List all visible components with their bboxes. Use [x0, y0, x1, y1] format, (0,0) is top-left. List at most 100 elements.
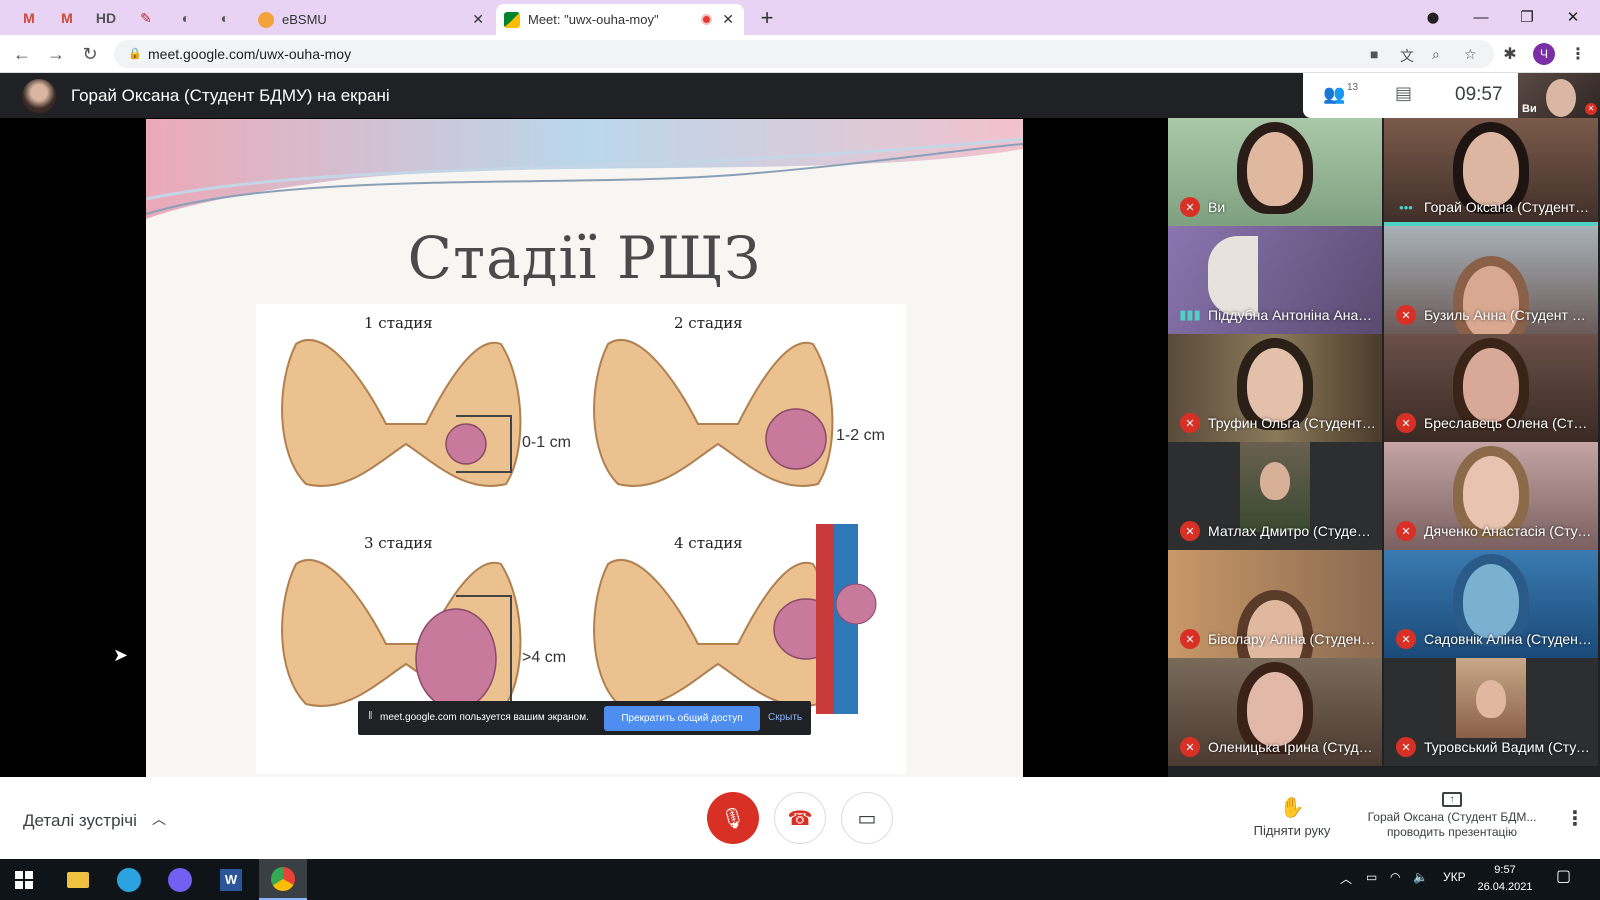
stage-1-label: 1 стадия: [364, 314, 433, 332]
language-indicator[interactable]: УКР: [1443, 870, 1466, 884]
participant-tile[interactable]: ✕ Бреславець Олена (Студе...: [1384, 334, 1598, 442]
taskbar-clock[interactable]: 9:57 26.04.2021: [1477, 862, 1533, 896]
participant-name: Бузиль Анна (Студент БД...: [1424, 307, 1592, 323]
gmail-pinned-tab-2[interactable]: M: [52, 6, 82, 30]
battery-icon[interactable]: ▭: [1366, 870, 1377, 884]
maximize-button[interactable]: ❐: [1504, 4, 1550, 30]
self-preview-tile[interactable]: Ви ✕: [1518, 73, 1600, 118]
participant-tile[interactable]: ✕ Туровський Вадим (Студ...: [1384, 658, 1598, 766]
hide-button[interactable]: Скрыть: [768, 712, 802, 723]
raise-hand-button[interactable]: ✋ Підняти руку: [1238, 795, 1346, 838]
participant-tile[interactable]: ••• Горай Оксана (Студент Б...: [1384, 118, 1598, 226]
mic-off-icon: ✕: [1396, 521, 1416, 541]
shared-slide: Стадії РЩЗ 1 стадия 2 стадия 3 стадия 4 …: [146, 119, 1023, 777]
globe-pinned-tab[interactable]: ◐: [171, 6, 201, 30]
face: [1208, 236, 1258, 316]
forward-button[interactable]: →: [44, 43, 68, 65]
leave-call-button[interactable]: ☎: [774, 792, 826, 844]
tab-meet[interactable]: Meet: "uwx-ouha-moy" ✕: [496, 4, 744, 35]
more-options-icon[interactable]: ⋮: [1565, 806, 1585, 831]
camera-toggle-button[interactable]: ▭: [841, 792, 893, 844]
clock-time: 9:57: [1494, 864, 1516, 876]
face: [1463, 564, 1519, 638]
participant-tile[interactable]: ✕ Ви: [1168, 118, 1382, 226]
pen-pinned-tab[interactable]: ✎: [131, 6, 161, 30]
self-face: [1546, 79, 1576, 117]
menu-icon[interactable]: ⋮: [1567, 43, 1589, 65]
speaking-dots-icon: •••: [1399, 199, 1413, 215]
chevron-up-icon[interactable]: ︿: [152, 809, 166, 829]
face: [1247, 348, 1303, 422]
hang-up-icon: ☎: [787, 807, 813, 830]
mic-toggle-button[interactable]: 🎙: [707, 792, 759, 844]
tab-search-icon[interactable]: ⬤: [1410, 4, 1456, 30]
mic-off-icon: ✕: [1396, 413, 1416, 433]
back-button[interactable]: ←: [10, 43, 34, 65]
close-window-button[interactable]: ✕: [1550, 4, 1596, 30]
participant-tile[interactable]: ✕ Бузиль Анна (Студент БД...: [1384, 226, 1598, 334]
participant-tile[interactable]: ✕ Біволару Аліна (Студент ...: [1168, 550, 1382, 658]
presenting-button[interactable]: ↑ Горай Оксана (Студент БДМ... проводить…: [1352, 791, 1552, 840]
profile-avatar[interactable]: Ч: [1533, 43, 1555, 65]
address-bar-row: ← → ↻ 🔒 meet.google.com/uwx-ouha-moy ■ 文…: [0, 35, 1600, 73]
participant-count: 13: [1347, 82, 1359, 93]
extensions-icon[interactable]: ✱: [1499, 43, 1521, 65]
reload-button[interactable]: ↻: [78, 43, 102, 65]
participant-tile[interactable]: ▮▮▮ Піддубна Антоніна Анато...: [1168, 226, 1382, 334]
mic-off-icon: ✕: [1396, 737, 1416, 757]
recording-indicator-icon: [701, 14, 712, 25]
meeting-details-button[interactable]: Деталі зустрічі: [23, 811, 137, 831]
present-screen-icon: ↑: [1442, 792, 1462, 807]
hd-pinned-tab[interactable]: HD: [91, 6, 121, 30]
participant-tile[interactable]: ✕ Труфин Ольга (Студент Б...: [1168, 334, 1382, 442]
translate-icon[interactable]: 文: [1400, 46, 1414, 66]
participant-tile[interactable]: ✕ Матлах Дмитро (Студент ...: [1168, 442, 1382, 550]
mic-off-icon: ✕: [1180, 413, 1200, 433]
participant-name: Біволару Аліна (Студент ...: [1208, 631, 1376, 647]
gmail-pinned-tab[interactable]: M: [14, 6, 44, 30]
face: [1463, 456, 1519, 530]
face: [1476, 680, 1506, 718]
stage-2-label: 2 стадия: [674, 314, 743, 332]
zoom-icon[interactable]: ⌕: [1432, 46, 1440, 63]
start-button[interactable]: [0, 859, 48, 900]
new-tab-button[interactable]: +: [752, 5, 782, 30]
close-tab-icon[interactable]: ✕: [722, 11, 734, 28]
minimize-button[interactable]: —: [1458, 4, 1504, 30]
viber-icon[interactable]: [156, 859, 204, 900]
participant-name: Піддубна Антоніна Анато...: [1208, 307, 1376, 323]
camera-icon[interactable]: ■: [1370, 46, 1378, 62]
chrome-icon[interactable]: [259, 859, 307, 900]
telegram-icon[interactable]: [105, 859, 153, 900]
participant-name: Садовнік Аліна (Студент ...: [1424, 631, 1592, 647]
face: [1463, 132, 1519, 206]
show-hidden-icons[interactable]: ︿: [1340, 870, 1352, 887]
presenting-line1: Горай Оксана (Студент БДМ...: [1367, 810, 1537, 824]
size-label-1-2cm: 1-2 cm: [836, 427, 885, 444]
participant-tile[interactable]: ✕ Дяченко Анастасія (Студ...: [1384, 442, 1598, 550]
tab-ebsmu[interactable]: eBSMU ✕: [250, 4, 494, 35]
mic-off-icon: 🎙: [720, 807, 746, 830]
word-icon[interactable]: W: [207, 859, 255, 900]
bookmark-star-icon[interactable]: ☆: [1464, 46, 1477, 63]
participant-tile[interactable]: ✕ Оленицька Ірина (Студен...: [1168, 658, 1382, 766]
people-icon[interactable]: 👥: [1323, 84, 1345, 105]
slide-wave-decoration: [146, 119, 1023, 219]
wifi-icon[interactable]: ◠: [1390, 870, 1400, 884]
volume-icon[interactable]: 🔈: [1413, 870, 1428, 884]
participant-tile[interactable]: ✕ Садовнік Аліна (Студент ...: [1384, 550, 1598, 658]
mic-off-icon: ✕: [1396, 305, 1416, 325]
globe-pinned-tab-2[interactable]: ◐: [210, 6, 240, 30]
file-explorer-icon[interactable]: [54, 859, 102, 900]
presenting-line2: проводить презентацію: [1386, 825, 1518, 839]
raise-hand-label: Підняти руку: [1253, 823, 1331, 838]
tab-title: eBSMU: [282, 12, 327, 27]
chat-icon[interactable]: ▤: [1395, 83, 1412, 104]
omnibox[interactable]: 🔒 meet.google.com/uwx-ouha-moy ■ 文 ⌕ ☆: [114, 40, 1494, 68]
meeting-time: 09:57: [1455, 84, 1503, 105]
participant-name: Труфин Ольга (Студент Б...: [1208, 415, 1376, 431]
stop-sharing-button[interactable]: Прекратить общий доступ: [604, 706, 760, 731]
close-tab-icon[interactable]: ✕: [472, 11, 484, 28]
mic-off-icon: ✕: [1180, 737, 1200, 757]
notifications-icon[interactable]: ▢: [1556, 866, 1571, 886]
